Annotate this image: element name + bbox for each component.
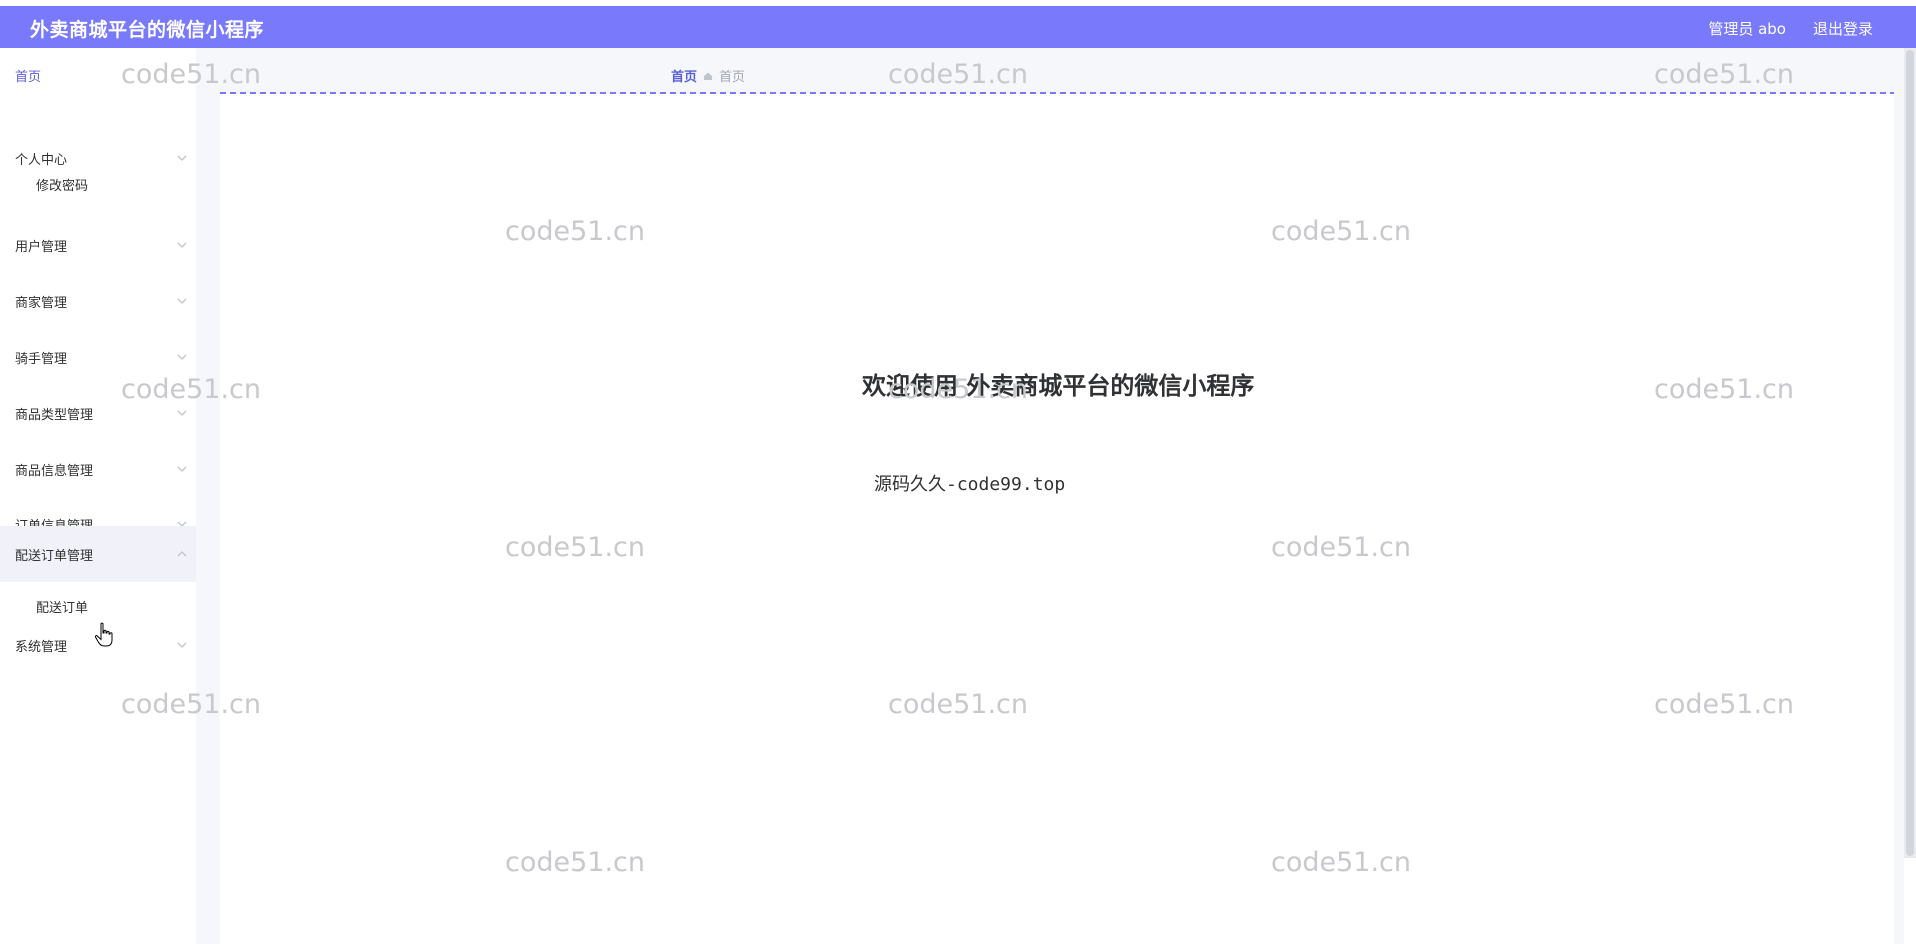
breadcrumb-home-link[interactable]: 首页 [671, 66, 697, 85]
breadcrumb-bar [220, 48, 1896, 94]
chevron-down-icon [177, 354, 187, 360]
sidebar-item-product-info-management[interactable]: 商品信息管理 [0, 441, 196, 497]
breadcrumb-current: 首页 [719, 70, 746, 85]
sidebar-item-product-type-management[interactable]: 商品类型管理 [0, 385, 196, 441]
main-content [220, 104, 1894, 944]
sidebar-gutter [196, 48, 220, 944]
home-icon [704, 72, 713, 80]
chevron-down-icon [177, 155, 187, 161]
sidebar-item-home[interactable]: 首页 [15, 66, 41, 85]
sidebar-item-label: 系统管理 [15, 639, 68, 655]
logout-button[interactable]: 退出登录 [1813, 18, 1873, 39]
sidebar-item-label: 配送订单管理 [15, 548, 94, 564]
right-gutter [1894, 48, 1904, 944]
sidebar-item-delivery-order-management[interactable]: 配送订单管理 [0, 526, 196, 582]
hand-cursor-icon [94, 622, 113, 647]
sidebar-item-label: 骑手管理 [15, 351, 68, 367]
sidebar-item-label: 用户管理 [15, 239, 68, 255]
sidebar-item-user-management[interactable]: 用户管理 [0, 217, 196, 273]
current-user: 管理员 abo [1708, 20, 1786, 38]
sidebar-item-label: 个人中心 [15, 152, 68, 168]
sidebar-subitem-change-password[interactable]: 修改密码 [36, 175, 88, 194]
scrollbar-thumb[interactable] [1906, 50, 1914, 856]
vertical-scrollbar[interactable] [1904, 48, 1916, 858]
sidebar-item-label: 商家管理 [15, 295, 68, 311]
sidebar-item-personal-center[interactable]: 个人中心 [0, 130, 196, 186]
header-bar: 外卖商城平台的微信小程序 管理员 abo 退出登录 [0, 6, 1916, 48]
breadcrumb: 首页 首页 [671, 66, 745, 85]
sidebar-item-label: 商品信息管理 [15, 463, 94, 479]
chevron-down-icon [177, 242, 187, 248]
welcome-heading: 欢迎使用 外卖商城平台的微信小程序 [862, 372, 1255, 400]
source-text: 源码久久-code99.top [874, 474, 1066, 495]
chevron-down-icon [177, 642, 187, 648]
chevron-down-icon [177, 410, 187, 416]
chevron-down-icon [177, 466, 187, 472]
sidebar: 首页 个人中心 修改密码 用户管理 商家管理 骑手管理 商品类型管理 商品信息管… [0, 48, 196, 944]
sidebar-subitem-delivery-order[interactable]: 配送订单 [36, 597, 88, 616]
chevron-down-icon [177, 298, 187, 304]
sidebar-item-rider-management[interactable]: 骑手管理 [0, 329, 196, 385]
sidebar-item-merchant-management[interactable]: 商家管理 [0, 273, 196, 329]
chevron-up-icon [177, 551, 187, 557]
app-title: 外卖商城平台的微信小程序 [30, 19, 265, 41]
sidebar-item-label: 商品类型管理 [15, 407, 94, 423]
